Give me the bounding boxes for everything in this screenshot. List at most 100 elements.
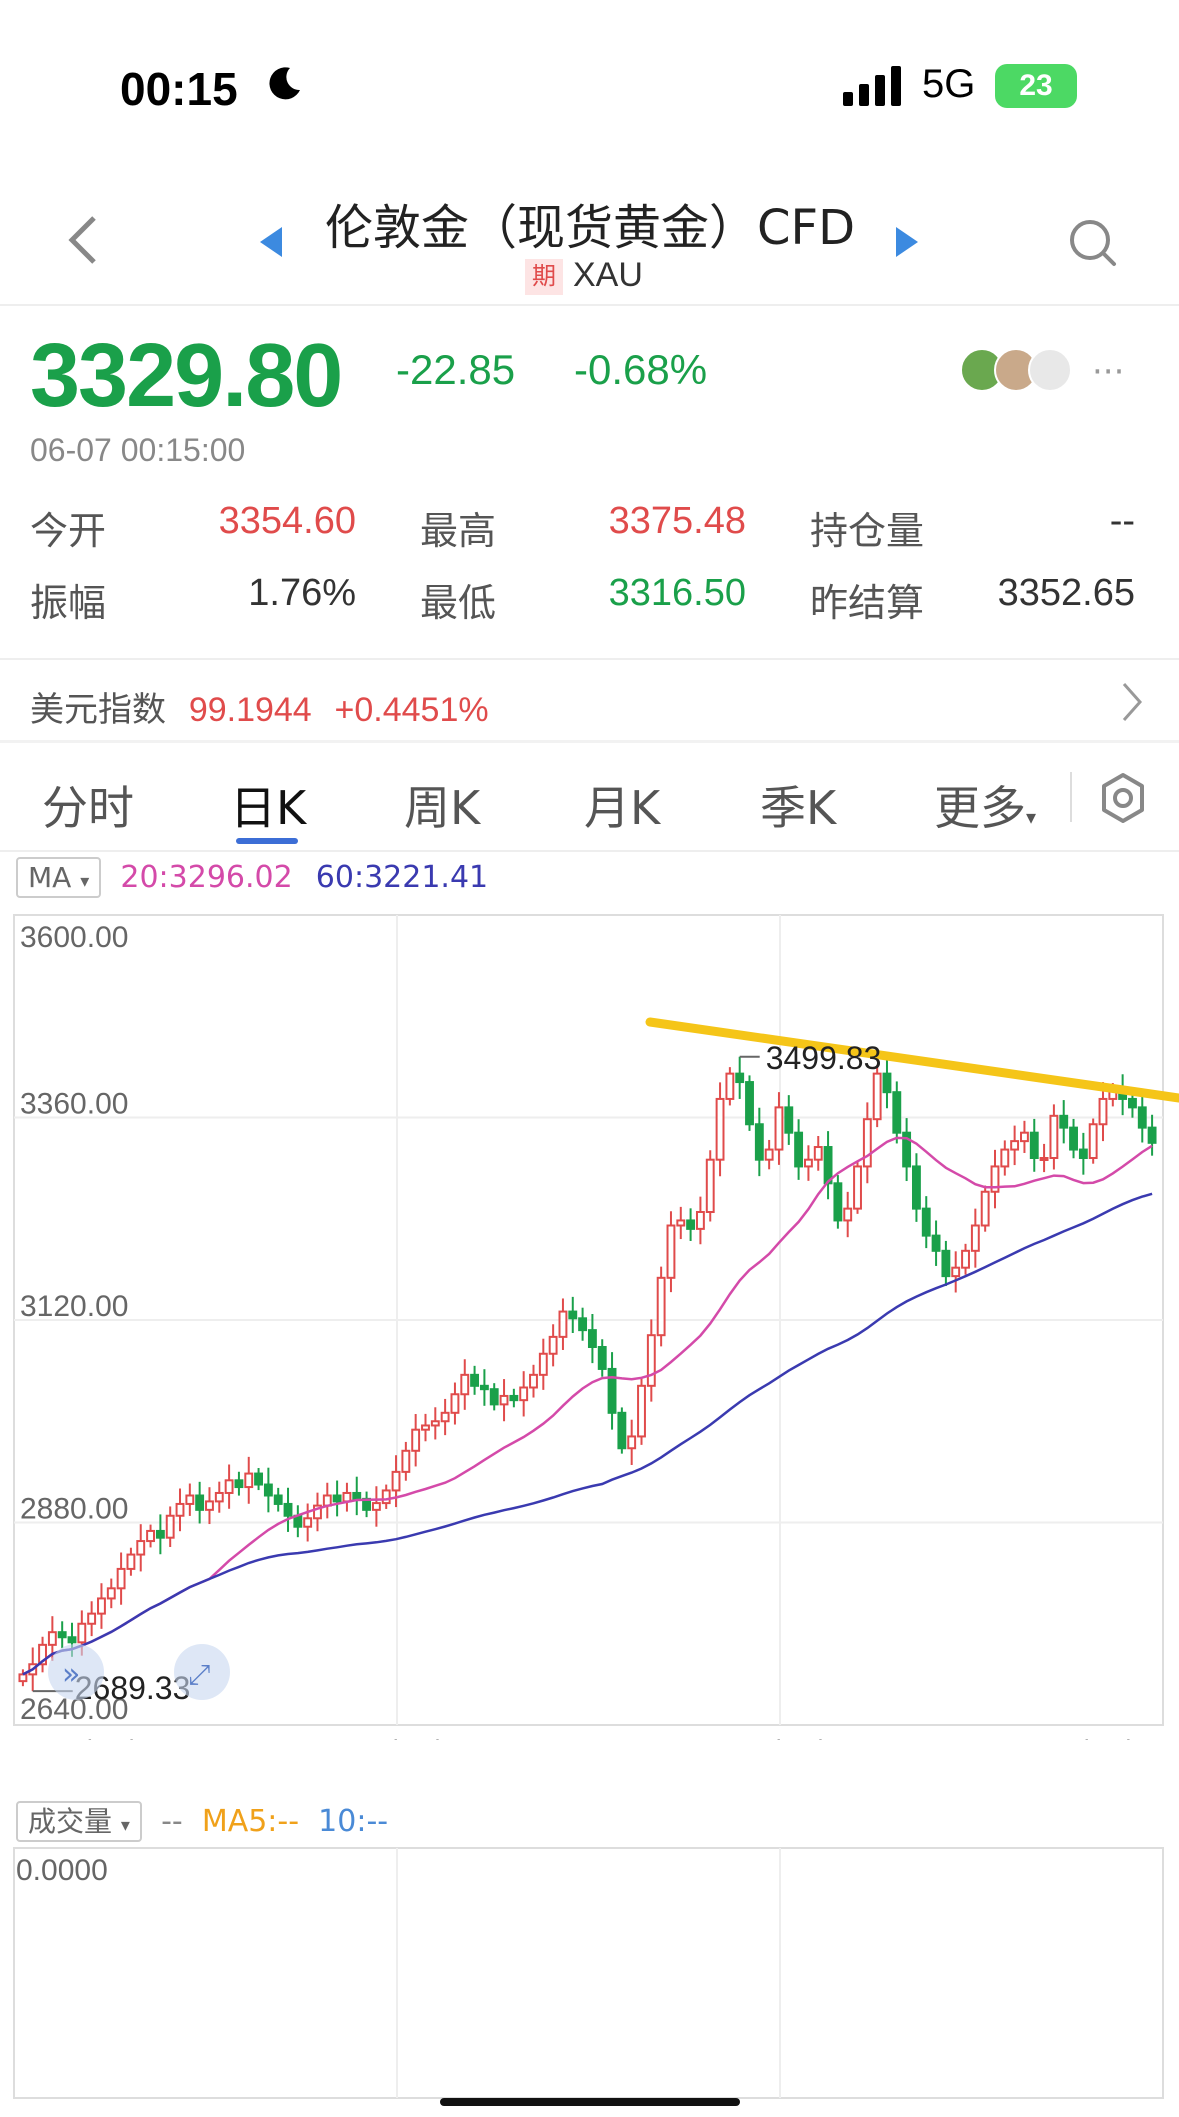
candle-body	[1010, 1140, 1020, 1151]
moon-icon	[269, 67, 300, 100]
status-time: 00:15	[120, 63, 238, 115]
candle-body	[87, 1612, 97, 1625]
candle-body	[224, 1479, 234, 1494]
caret-down-icon: ▾	[1026, 805, 1037, 829]
candle-body	[548, 1335, 558, 1355]
symbol-subtitle: 期 XAU	[525, 256, 643, 296]
candle-body	[803, 1158, 813, 1168]
candle-body	[735, 1072, 745, 1084]
x-tick-label: 2025/06/06	[1013, 1735, 1163, 1740]
price-change-pct: -0.68%	[574, 346, 708, 393]
candle-body	[1049, 1114, 1059, 1159]
tab-intraday[interactable]: 分时	[42, 772, 134, 838]
next-symbol-icon[interactable]	[894, 225, 920, 259]
ma-row: MA ▾ 20:3296.02 60:3221.41	[16, 857, 488, 898]
candle-body	[303, 1517, 313, 1528]
candle-body	[421, 1424, 430, 1431]
prev-symbol-icon[interactable]	[258, 225, 284, 259]
ma-selector-label: MA	[28, 861, 72, 894]
candle-body	[892, 1091, 902, 1134]
candle-body	[126, 1553, 136, 1570]
candle-body	[705, 1158, 715, 1213]
candle-body	[764, 1148, 774, 1161]
candle-body	[509, 1394, 519, 1402]
candle-body	[342, 1491, 352, 1503]
network-label: 5G	[922, 62, 976, 106]
candle-body	[882, 1072, 892, 1094]
caret-down-icon: ▾	[80, 871, 90, 892]
candle-body	[646, 1334, 656, 1387]
ma-selector[interactable]: MA ▾	[16, 857, 102, 898]
volume-y-tick: 0.0000	[16, 1854, 108, 1887]
candle-body	[1039, 1157, 1049, 1161]
back-icon[interactable]	[62, 210, 102, 270]
more-icon[interactable]: ···	[1092, 352, 1124, 392]
candle-body	[57, 1631, 67, 1639]
candle-body	[970, 1224, 980, 1252]
candle-body	[185, 1494, 195, 1505]
usd-index-row[interactable]: 美元指数 99.1944 +0.4451%	[30, 682, 489, 731]
caret-down-icon: ▾	[120, 1815, 130, 1836]
tab-more[interactable]: 更多▾	[934, 772, 1036, 838]
candle-body	[283, 1502, 293, 1517]
page-title: 伦敦金（现货黄金）CFD	[324, 200, 856, 256]
candle-body	[460, 1373, 470, 1396]
usd-index-label: 美元指数	[30, 690, 166, 730]
candle-body	[1029, 1131, 1039, 1159]
candle-body	[205, 1500, 214, 1511]
candle-body	[725, 1072, 735, 1100]
settings-icon[interactable]	[1098, 772, 1148, 824]
tab-more-label: 更多	[934, 781, 1026, 835]
y-tick-label: 3120.00	[20, 1290, 128, 1323]
volume-chart: 0.0000	[13, 1847, 1164, 2099]
candle-body	[951, 1266, 961, 1278]
avatar-group[interactable]	[960, 348, 1072, 396]
candle-body	[774, 1106, 784, 1151]
search-icon[interactable]	[1068, 218, 1120, 270]
candle-body	[666, 1224, 676, 1279]
tab-quarterly-k[interactable]: 季K	[760, 772, 836, 838]
candle-body	[273, 1494, 283, 1505]
tab-separator	[1070, 772, 1072, 822]
candle-body	[568, 1310, 578, 1320]
candle-body	[715, 1097, 725, 1161]
candle-body	[106, 1587, 116, 1600]
y-tick-label: 2880.00	[20, 1493, 128, 1526]
candle-body	[440, 1411, 450, 1423]
candle-body	[695, 1211, 705, 1230]
candle-body	[862, 1118, 872, 1168]
candle-body	[332, 1494, 342, 1503]
candle-body	[470, 1373, 480, 1387]
futures-badge: 期	[525, 259, 563, 296]
candle-body	[931, 1234, 941, 1252]
y-tick-label: 3600.00	[20, 921, 128, 954]
volume-selector[interactable]: 成交量 ▾	[16, 1801, 142, 1842]
candle-body	[617, 1411, 627, 1450]
tab-monthly-k[interactable]: 月K	[584, 772, 660, 838]
volume-frame	[13, 1847, 1164, 2099]
candle-body	[853, 1165, 862, 1210]
candle-body	[911, 1165, 921, 1210]
x-tick-label: 2025/03/05	[322, 1735, 472, 1740]
stat-value: 3375.48	[608, 500, 746, 542]
tab-daily-k[interactable]: 日K	[230, 772, 306, 838]
candle-body	[597, 1346, 607, 1370]
candle-body	[519, 1386, 529, 1402]
candle-body	[381, 1489, 391, 1505]
stats-divider	[0, 658, 1179, 660]
candle-body	[745, 1081, 754, 1126]
chevron-right-icon[interactable]	[1120, 680, 1144, 724]
candlestick-chart[interactable]: 3600.003360.003120.002880.002640.003499.…	[0, 910, 1179, 1740]
candle-body	[578, 1317, 588, 1332]
volume-selector-label: 成交量	[28, 1805, 113, 1838]
tab-weekly-k[interactable]: 周K	[404, 772, 480, 838]
candle-body	[656, 1276, 666, 1337]
candle-body	[195, 1494, 205, 1511]
candle-body	[479, 1384, 489, 1391]
candle-body	[813, 1146, 823, 1161]
candle-body	[1098, 1097, 1108, 1126]
candle-body	[391, 1470, 401, 1492]
candle-body	[1059, 1114, 1069, 1129]
usd-index-value: 99.1944	[188, 691, 312, 729]
candle-body	[1147, 1126, 1157, 1144]
